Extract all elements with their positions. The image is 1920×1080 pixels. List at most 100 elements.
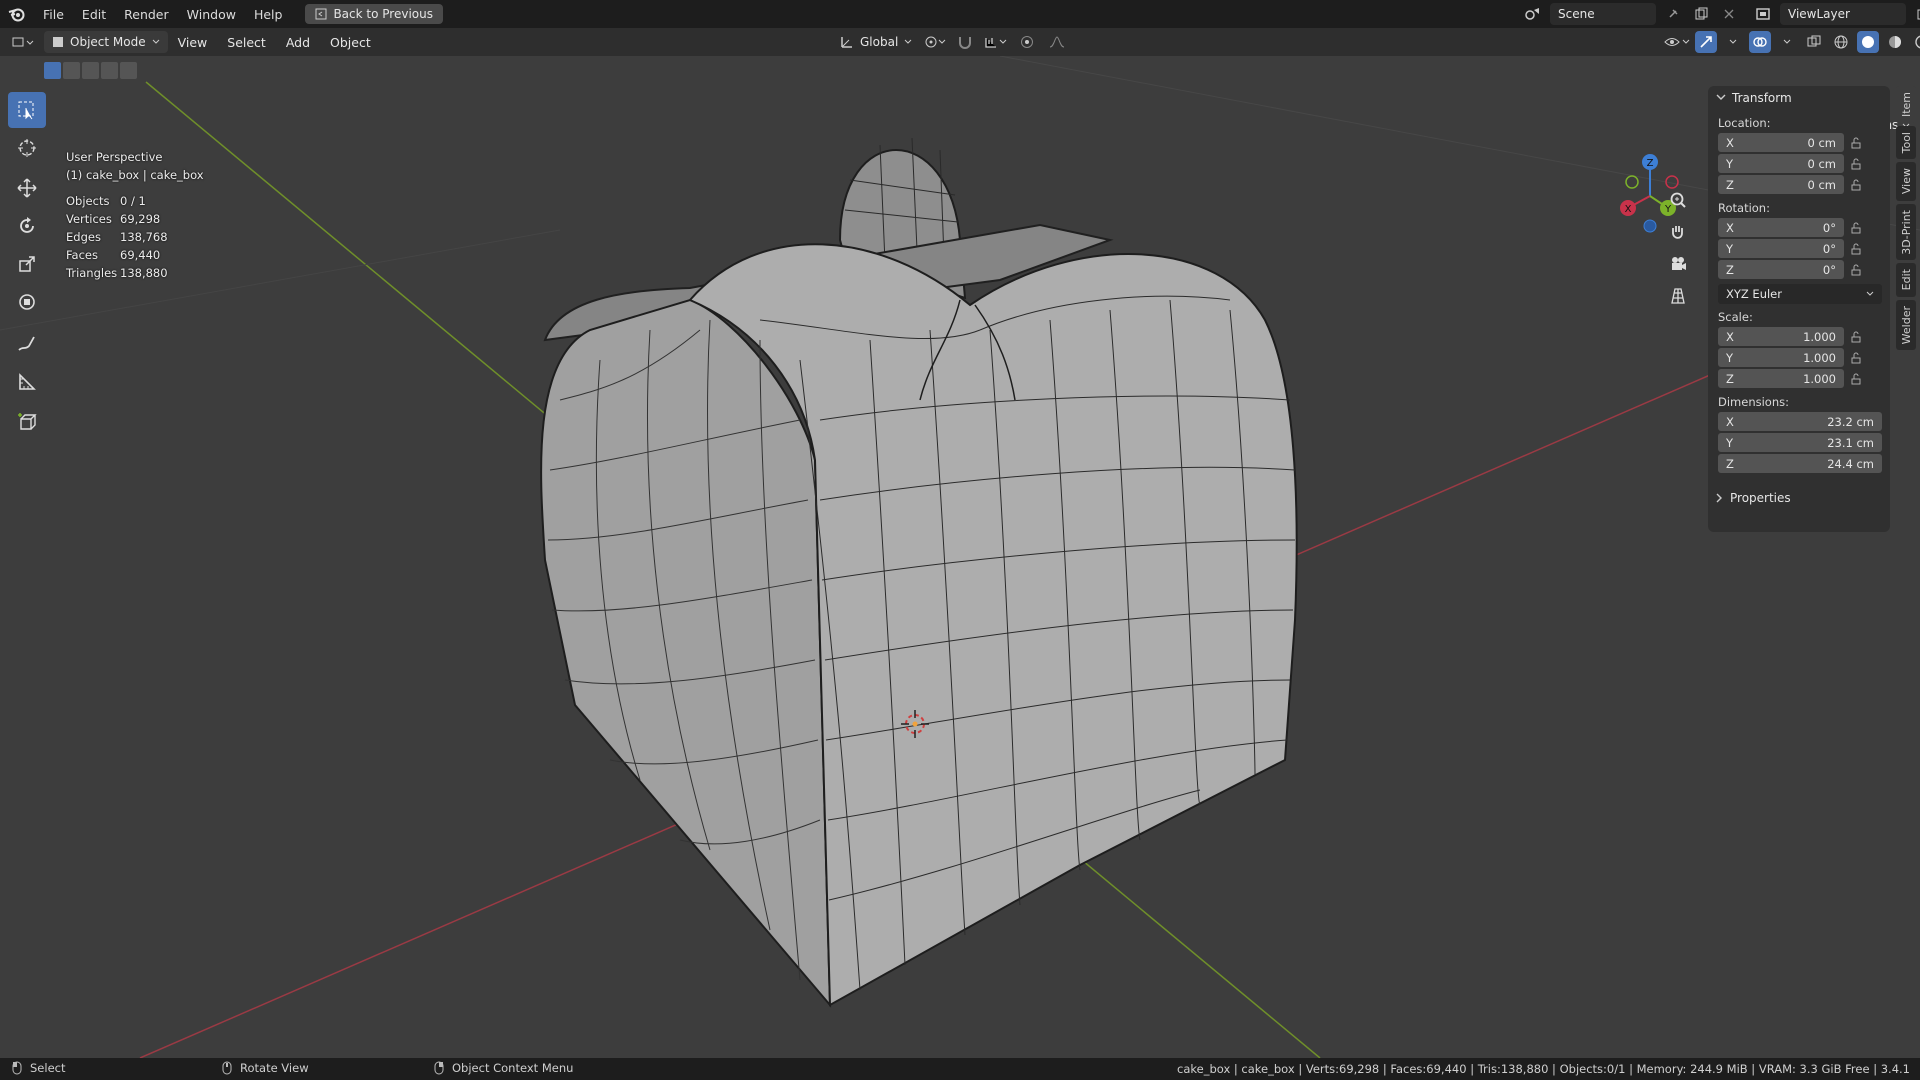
lock-icon[interactable] xyxy=(1844,179,1868,191)
perspective-toggle-icon[interactable] xyxy=(1662,282,1694,310)
sidebar-tabs: Item Tool View 3D-Print Edit Welder xyxy=(1896,86,1918,353)
stat-row: Vertices 69,298 xyxy=(66,212,161,226)
rotation-mode-dropdown[interactable]: XYZ Euler xyxy=(1718,284,1882,304)
lock-icon[interactable] xyxy=(1844,331,1868,343)
editor-type-icon[interactable] xyxy=(12,31,34,53)
rotate-tool-icon[interactable] xyxy=(8,208,46,244)
dimensions-y-field[interactable]: Y 23.1 cm xyxy=(1718,433,1882,452)
shading-wireframe-icon[interactable] xyxy=(1830,31,1852,53)
menu-help[interactable]: Help xyxy=(245,7,292,22)
select-subtract-icon[interactable] xyxy=(82,62,99,79)
menu-view[interactable]: View xyxy=(168,35,218,50)
dimensions-z-field[interactable]: Z 24.4 cm xyxy=(1718,454,1882,473)
shading-solid-icon[interactable] xyxy=(1857,31,1879,53)
new-scene-icon[interactable] xyxy=(1690,3,1712,25)
top-bar: File Edit Render Window Help Back to Pre… xyxy=(0,0,1920,28)
location-x-field[interactable]: X0 cm xyxy=(1718,133,1844,152)
close-scene-icon[interactable] xyxy=(1718,3,1740,25)
lock-icon[interactable] xyxy=(1844,373,1868,385)
gizmo-toggle-icon[interactable] xyxy=(1695,31,1717,53)
scale-z-field[interactable]: Z 1.000 xyxy=(1718,369,1844,388)
orientation-dropdown[interactable]: Global xyxy=(836,31,916,53)
properties-panel-header[interactable]: Properties xyxy=(1708,486,1890,510)
select-new-icon[interactable] xyxy=(44,62,61,79)
zoom-icon[interactable] xyxy=(1662,186,1694,214)
tab-view[interactable]: View xyxy=(1896,162,1916,201)
select-extend-icon[interactable] xyxy=(63,62,80,79)
stat-row: Faces 69,440 xyxy=(66,248,161,262)
camera-view-icon[interactable] xyxy=(1662,250,1694,278)
cake-box-mesh[interactable] xyxy=(540,137,1298,1008)
location-z-field[interactable]: Z0 cm xyxy=(1718,175,1844,194)
tab-welder[interactable]: Welder xyxy=(1896,299,1916,350)
tab-3d-print[interactable]: 3D-Print xyxy=(1896,203,1916,261)
menu-add[interactable]: Add xyxy=(276,35,320,50)
move-tool-icon[interactable] xyxy=(8,170,46,206)
lock-icon[interactable] xyxy=(1844,137,1868,149)
lock-icon[interactable] xyxy=(1844,352,1868,364)
location-y-field[interactable]: Y0 cm xyxy=(1718,154,1844,173)
proportional-edit-icon[interactable] xyxy=(1016,31,1038,53)
shading-material-icon[interactable] xyxy=(1884,31,1906,53)
falloff-icon[interactable] xyxy=(1046,31,1068,53)
orientation-label: Global xyxy=(860,35,899,49)
mode-label: Object Mode xyxy=(70,35,146,49)
xray-toggle-icon[interactable] xyxy=(1803,31,1825,53)
transform-tool-icon[interactable] xyxy=(8,284,46,320)
lock-icon[interactable] xyxy=(1844,158,1868,170)
dimensions-x-field[interactable]: X 23.2 cm xyxy=(1718,412,1882,431)
menu-render[interactable]: Render xyxy=(115,7,178,22)
visibility-eye-icon[interactable] xyxy=(1664,31,1690,53)
lock-icon[interactable] xyxy=(1844,264,1868,276)
select-invert-icon[interactable] xyxy=(101,62,118,79)
tool-shelf xyxy=(8,92,46,442)
location-z-row: Z0 cm xyxy=(1718,174,1890,195)
gizmo-dropdown-icon[interactable] xyxy=(1722,31,1744,53)
blender-logo-icon[interactable] xyxy=(0,0,34,28)
transform-panel-header[interactable]: Transform xyxy=(1708,86,1890,110)
new-view-layer-icon[interactable] xyxy=(1912,3,1920,25)
measure-tool-icon[interactable] xyxy=(8,364,46,400)
add-cube-tool-icon[interactable] xyxy=(8,404,46,440)
back-button-label: Back to Previous xyxy=(333,7,433,21)
tab-tool[interactable]: Tool xyxy=(1896,126,1916,160)
annotate-tool-icon[interactable] xyxy=(8,326,46,362)
snap-target-icon[interactable] xyxy=(984,31,1008,53)
shading-rendered-icon[interactable] xyxy=(1911,31,1920,53)
rotation-x-field[interactable]: X 0° xyxy=(1718,218,1844,237)
scene-selector-group: Scene ViewLayer xyxy=(1522,3,1920,25)
scale-tool-icon[interactable] xyxy=(8,246,46,282)
menu-edit[interactable]: Edit xyxy=(73,7,115,22)
3d-viewport[interactable]: User Perspective (1) cake_box | cake_box… xyxy=(0,56,1920,1058)
snap-toggle-icon[interactable] xyxy=(954,31,976,53)
menu-file[interactable]: File xyxy=(34,7,73,22)
lock-icon[interactable] xyxy=(1844,222,1868,234)
menu-object[interactable]: Object xyxy=(320,35,381,50)
pin-icon[interactable] xyxy=(1662,3,1684,25)
lock-icon[interactable] xyxy=(1844,243,1868,255)
back-to-previous-button[interactable]: Back to Previous xyxy=(305,4,443,24)
cursor-tool-icon[interactable] xyxy=(8,130,46,166)
overlays-dropdown-icon[interactable] xyxy=(1776,31,1798,53)
tab-item[interactable]: Item xyxy=(1896,86,1916,124)
dimensions-y-row: Y 23.1 cm xyxy=(1718,432,1890,453)
orientation-icon xyxy=(841,37,852,48)
pan-hand-icon[interactable] xyxy=(1662,218,1694,246)
select-intersect-icon[interactable] xyxy=(120,62,137,79)
rotation-z-field[interactable]: Z 0° xyxy=(1718,260,1844,279)
select-box-tool-icon[interactable] xyxy=(8,92,46,128)
pivot-point-icon[interactable] xyxy=(924,31,946,53)
tab-edit[interactable]: Edit xyxy=(1896,263,1916,297)
object-mode-dropdown[interactable]: Object Mode xyxy=(44,31,168,53)
menu-window[interactable]: Window xyxy=(178,7,245,22)
scene-icon[interactable] xyxy=(1522,3,1544,25)
scene-name-field[interactable]: Scene xyxy=(1550,3,1656,25)
view-layer-field[interactable]: ViewLayer xyxy=(1780,3,1906,25)
object-mode-icon xyxy=(53,37,63,47)
overlays-toggle-icon[interactable] xyxy=(1749,31,1771,53)
scale-y-field[interactable]: Y 1.000 xyxy=(1718,348,1844,367)
rotation-y-field[interactable]: Y 0° xyxy=(1718,239,1844,258)
scale-x-field[interactable]: X 1.000 xyxy=(1718,327,1844,346)
view-layer-icon[interactable] xyxy=(1752,3,1774,25)
menu-select[interactable]: Select xyxy=(217,35,276,50)
